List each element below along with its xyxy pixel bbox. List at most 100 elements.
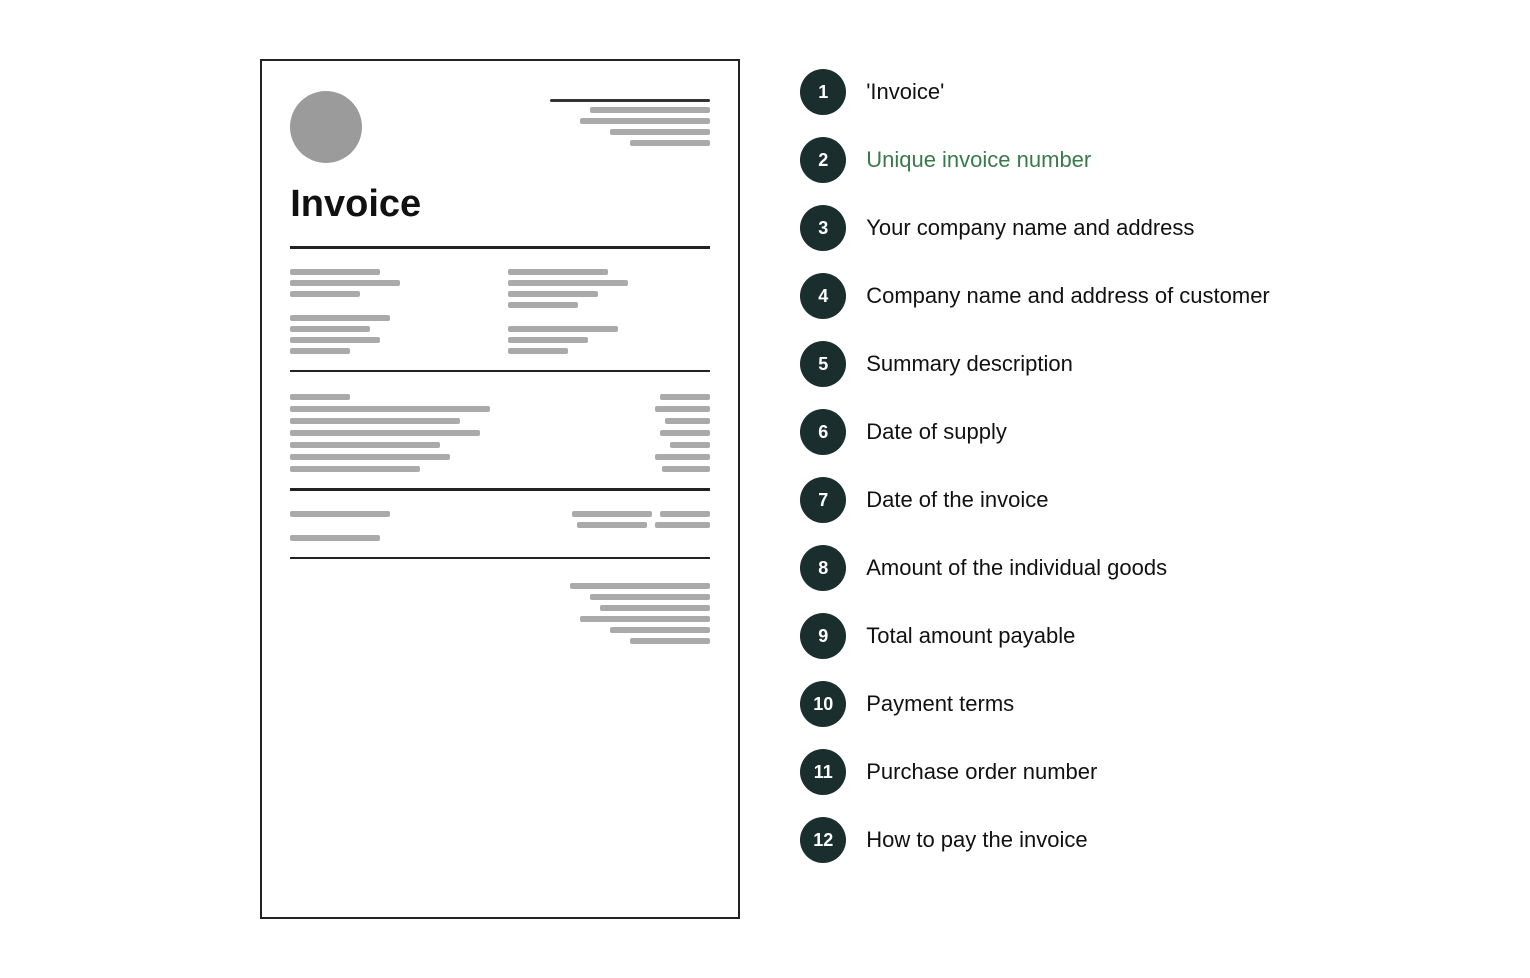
list-label-11: Purchase order number [866, 759, 1097, 785]
item-line [290, 442, 440, 448]
item-line [290, 454, 450, 460]
payment-section [290, 567, 710, 652]
payment-line [610, 627, 710, 633]
item-line-right [660, 394, 710, 400]
item-line-right [662, 466, 710, 472]
item-line-right [665, 418, 710, 424]
list-item-11: 11 Purchase order number [800, 749, 1270, 795]
info-line [508, 326, 618, 332]
list-item-8: 8 Amount of the individual goods [800, 545, 1270, 591]
info-line [290, 291, 360, 297]
address-line-1 [590, 107, 710, 113]
info-col-left [290, 269, 492, 354]
address-line-3 [610, 129, 710, 135]
badge-7: 7 [800, 477, 846, 523]
list-label-12: How to pay the invoice [866, 827, 1087, 853]
info-line [290, 326, 370, 332]
numbered-list: 1 'Invoice' 2 Unique invoice number 3 Your co… [800, 59, 1270, 863]
line-items-section [290, 380, 710, 480]
item-line [290, 430, 480, 436]
badge-12: 12 [800, 817, 846, 863]
badge-3: 3 [800, 205, 846, 251]
list-item-2: 2 Unique invoice number [800, 137, 1270, 183]
payment-line [600, 605, 710, 611]
line-items-left [290, 394, 568, 472]
info-line [290, 337, 380, 343]
badge-1: 1 [800, 69, 846, 115]
divider-4 [290, 557, 710, 560]
address-line-4 [630, 140, 710, 146]
totals-line [290, 511, 390, 517]
badge-2: 2 [800, 137, 846, 183]
payment-line [580, 616, 710, 622]
badge-6: 6 [800, 409, 846, 455]
list-label-2: Unique invoice number [866, 147, 1091, 173]
divider-3 [290, 488, 710, 491]
totals-value [660, 511, 710, 517]
badge-11: 11 [800, 749, 846, 795]
payment-line [590, 594, 710, 600]
list-label-3: Your company name and address [866, 215, 1194, 241]
list-item-1: 1 'Invoice' [800, 69, 1270, 115]
list-label-1: 'Invoice' [866, 79, 944, 105]
badge-8: 8 [800, 545, 846, 591]
totals-left [290, 511, 528, 541]
list-item-3: 3 Your company name and address [800, 205, 1270, 251]
list-label-5: Summary description [866, 351, 1073, 377]
list-label-8: Amount of the individual goods [866, 555, 1167, 581]
badge-9: 9 [800, 613, 846, 659]
list-label-9: Total amount payable [866, 623, 1075, 649]
info-line [290, 269, 380, 275]
main-container: Invoice [65, 19, 1465, 959]
item-line-right [655, 454, 710, 460]
info-line [508, 269, 608, 275]
company-logo [290, 91, 362, 163]
item-line [290, 466, 420, 472]
list-item-5: 5 Summary description [800, 341, 1270, 387]
totals-section [290, 499, 710, 549]
list-label-6: Date of supply [866, 419, 1007, 445]
invoice-address-block [550, 99, 710, 146]
address-line-top [550, 99, 710, 102]
list-item-12: 12 How to pay the invoice [800, 817, 1270, 863]
list-item-4: 4Company name and address of customer [800, 273, 1270, 319]
info-line [508, 291, 598, 297]
info-line [508, 348, 568, 354]
invoice-top [290, 91, 710, 163]
info-line [290, 280, 400, 286]
info-line [508, 337, 588, 343]
list-item-7: 7 Date of the invoice [800, 477, 1270, 523]
address-line-2 [580, 118, 710, 124]
badge-5: 5 [800, 341, 846, 387]
item-line-right [660, 430, 710, 436]
list-item-6: 6 Date of supply [800, 409, 1270, 455]
payment-line [630, 638, 710, 644]
totals-value [577, 522, 647, 528]
totals-right [540, 511, 710, 541]
payment-block [530, 583, 710, 644]
totals-value [655, 522, 710, 528]
info-col-right [508, 269, 710, 354]
list-label-10: Payment terms [866, 691, 1014, 717]
info-line [508, 302, 578, 308]
badge-4: 4 [800, 273, 846, 319]
payment-line [570, 583, 710, 589]
item-line-right [670, 442, 710, 448]
badge-10: 10 [800, 681, 846, 727]
invoice-document: Invoice [260, 59, 740, 919]
divider-1 [290, 246, 710, 249]
list-item-10: 10 Payment terms [800, 681, 1270, 727]
invoice-title: Invoice [290, 183, 710, 226]
list-label-7: Date of the invoice [866, 487, 1048, 513]
item-line [290, 394, 350, 400]
list-item-9: 9 Total amount payable [800, 613, 1270, 659]
info-line [290, 315, 390, 321]
divider-2 [290, 370, 710, 373]
item-line [290, 406, 490, 412]
info-line [290, 348, 350, 354]
totals-line [290, 535, 380, 541]
line-items-right [584, 394, 710, 472]
info-line [508, 280, 628, 286]
totals-value [572, 511, 652, 517]
item-line [290, 418, 460, 424]
